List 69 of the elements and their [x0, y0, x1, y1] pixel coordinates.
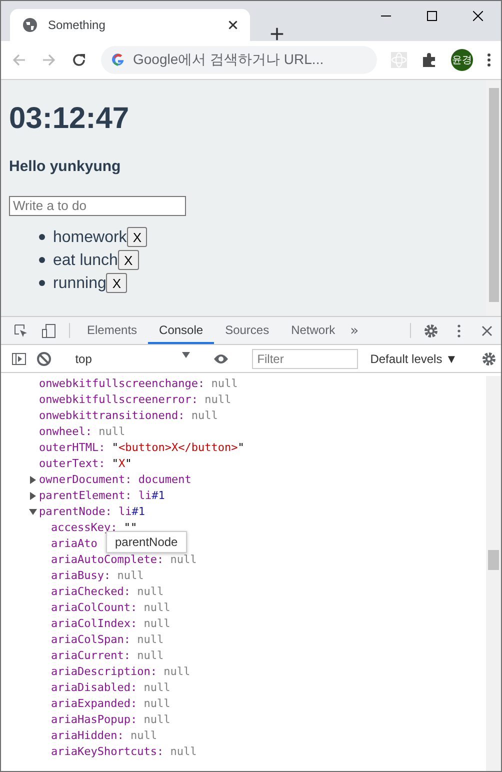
log-levels-dropdown[interactable]: Default levels ▼ [364, 352, 464, 366]
property-line: ariaAto [51, 536, 98, 552]
property-line: outerHTML: "<button>X</button>" [39, 440, 244, 456]
property-line: ariaKeyShortcuts: null [51, 744, 197, 760]
caret-icon [182, 352, 190, 358]
todo-text: homework [53, 228, 127, 246]
property-line: outerText: "X" [39, 456, 132, 472]
property-line: onwheel: null [39, 424, 126, 440]
menu-icon[interactable] [487, 52, 491, 68]
property-line: ariaHasPopup: null [51, 712, 170, 728]
settings-icon[interactable] [480, 350, 497, 366]
tooltip: parentNode [106, 531, 187, 553]
more-tabs-button[interactable]: » [350, 322, 359, 338]
tab-title: Something [48, 18, 106, 32]
property-line: ariaExpanded: null [51, 696, 170, 712]
clear-console-icon[interactable] [36, 350, 52, 366]
browser-tab[interactable]: Something [10, 9, 250, 41]
close-icon[interactable] [228, 20, 238, 30]
property-line: ariaColIndex: null [51, 616, 170, 632]
scrollbar[interactable] [486, 80, 501, 316]
bullet-icon [39, 280, 45, 286]
bullet-icon [39, 257, 45, 263]
device-icon[interactable] [41, 322, 57, 338]
property-line: ariaHidden: null [51, 728, 157, 744]
context-dropdown[interactable]: top [69, 352, 196, 366]
delete-button[interactable]: X [126, 227, 148, 248]
devtools-tab[interactable]: Network [280, 317, 346, 344]
reload-icon[interactable] [71, 52, 87, 68]
todo-text: eat lunch [53, 252, 118, 269]
property-line: onwebkitfullscreenerror: null [39, 392, 232, 408]
property-line: onwebkitfullscreenchange: null [39, 376, 238, 392]
property-line: ownerDocument: document [39, 472, 192, 488]
new-tab-icon[interactable] [270, 27, 284, 41]
property-line: parentElement: li#1 [39, 488, 165, 504]
property-line: ariaDisabled: null [51, 680, 170, 696]
devtools-tab[interactable]: Elements [76, 317, 148, 344]
property-line: parentNode: li#1 [39, 504, 145, 520]
globe-icon [22, 17, 38, 33]
sidebar-toggle-icon[interactable] [11, 350, 28, 366]
property-line: ariaCurrent: null [51, 648, 164, 664]
settings-icon[interactable] [423, 322, 439, 338]
close-icon[interactable] [473, 11, 483, 21]
delete-button[interactable]: X [106, 273, 128, 294]
delete-button[interactable]: X [118, 250, 139, 270]
scrollbar[interactable] [486, 376, 501, 771]
puzzle-icon[interactable] [421, 52, 437, 68]
clock: 03:12:47 [9, 102, 130, 136]
greeting: Hello yunkyung [9, 158, 122, 175]
expand-triangle-icon[interactable] [29, 492, 37, 500]
bullet-icon [39, 234, 45, 240]
kebab-menu-icon[interactable] [457, 322, 461, 338]
property-line: ariaColSpan: null [51, 632, 164, 648]
property-line: ariaDescription: null [51, 664, 190, 680]
property-line: ariaBusy: null [51, 568, 144, 584]
address-bar[interactable]: Google에서 검색하거나 URL... [101, 46, 377, 74]
expand-triangle-icon[interactable] [29, 476, 37, 484]
property-line: ariaAutoComplete: null [51, 552, 197, 568]
filter-field[interactable]: Filter [252, 348, 358, 368]
collapse-triangle-icon[interactable] [29, 508, 37, 516]
property-line: ariaChecked: null [51, 584, 164, 600]
todo-text: running [53, 274, 106, 292]
devtools-tab[interactable]: Sources [214, 317, 280, 344]
todo-input[interactable]: Write a to do [9, 196, 186, 216]
maximize-icon[interactable] [427, 11, 437, 21]
google-logo-icon [111, 53, 125, 67]
property-line: onwebkittransitionend: null [39, 408, 218, 424]
inspect-icon[interactable] [13, 322, 29, 338]
profile-avatar[interactable]: 윤경 [451, 49, 473, 71]
property-line: ariaColCount: null [51, 600, 170, 616]
